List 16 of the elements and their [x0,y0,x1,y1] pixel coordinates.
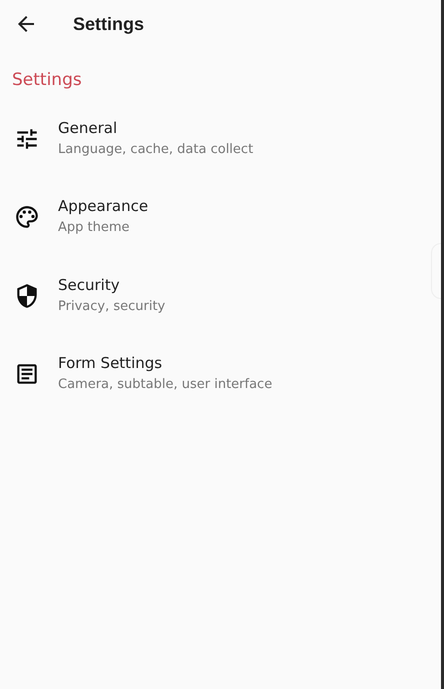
page-title: Settings [73,12,144,36]
settings-item[interactable]: General Language, cache, data collect [0,100,441,178]
item-subtitle: App theme [58,219,130,238]
item-title: Security [58,274,120,296]
item-subtitle: Language, cache, data collect [58,140,254,159]
settings-item[interactable]: Security Privacy, security [0,256,441,335]
item-title: Form Settings [58,353,162,374]
item-title: General [58,118,118,139]
item-subtitle: Privacy, security [58,298,166,316]
palette-icon [14,204,40,230]
edge-handle[interactable] [431,243,441,299]
item-subtitle: Camera, subtable, user interface [58,376,272,394]
item-title: Appearance [58,196,148,218]
settings-item[interactable]: Form Settings Camera, subtable, user interface [0,335,441,414]
section-title: Settings [12,70,82,90]
settings-item[interactable]: Appearance App theme [0,178,441,256]
